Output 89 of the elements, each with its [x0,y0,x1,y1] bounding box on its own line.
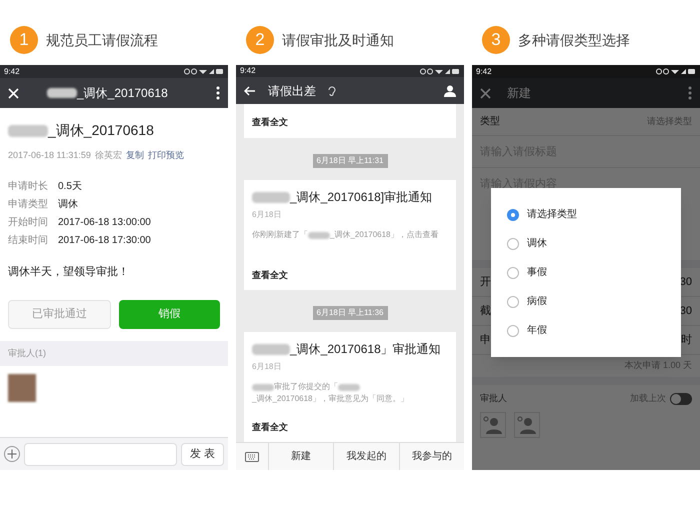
timestamp: 6月18日 早上11:36 [312,306,388,320]
status-icons [656,68,696,75]
card-text: 审批了你提交的「 [274,381,338,393]
heading: _调休_20170618 [48,121,154,140]
field-label: 审批人 [480,392,507,405]
field-label: 结束时间 [8,234,49,248]
card-text: _调休_20170618」，审批意见为「同意。」 [252,393,408,405]
card-title: _调休_20170618」审批通知 [290,341,441,358]
card-text: 你刚刚新建了「 [252,229,308,241]
redacted-block [252,344,290,354]
status-time: 9:42 [240,65,256,77]
screen-title: _调休_20170618 [77,85,168,102]
option-label: 年假 [527,324,547,338]
author-name: 徐英宏 [94,149,122,162]
leave-message: 调休半天，望领导审批！ [8,264,130,280]
field-label: 申请时长 [8,180,49,194]
step-number: 3 [482,26,510,54]
status-time: 9:42 [4,66,20,78]
person-icon[interactable] [444,84,456,96]
timestamp: 2017-06-18 11:31:59 [8,149,91,162]
comment-field[interactable] [24,442,177,466]
card-date: 6月18日 [252,209,282,221]
row-label: 截 [480,304,491,319]
row-value: 30 [680,304,692,319]
radio-option[interactable]: 调休 [491,229,681,258]
read-more-link[interactable]: 查看全文 [252,268,448,282]
row-value: 30 [680,274,692,290]
send-button[interactable]: 发 表 [180,442,224,466]
option-label: 请选择类型 [527,208,577,222]
read-more-link[interactable]: 查看全文 [252,420,448,434]
menu-tab[interactable]: 我发起的 [334,443,400,470]
radio-option[interactable]: 请选择类型 [491,200,681,229]
step-title: 请假审批及时通知 [282,30,394,50]
more-icon[interactable] [216,86,220,100]
section-label: 审批人(1) [8,346,46,360]
redacted-block [308,232,330,238]
back-icon[interactable] [244,86,256,96]
step-title: 规范员工请假流程 [46,30,158,50]
close-icon[interactable] [8,88,19,98]
option-label: 病假 [527,294,547,309]
ear-icon [328,86,336,96]
redacted-block [338,384,360,390]
plus-icon[interactable] [4,446,20,462]
screen-title: 请假出差 [268,82,316,100]
step-title: 多种请假类型选择 [518,30,630,50]
add-person-icon[interactable] [514,412,540,438]
field-label: 开始时间 [8,216,49,230]
radio-option[interactable]: 年假 [491,316,681,345]
step-number: 1 [10,26,38,54]
radio-button[interactable] [507,238,519,250]
field-value: 0.5天 [58,180,82,194]
status-icons [420,68,460,74]
row-label: 开 [480,274,491,290]
redacted-block [252,384,274,390]
keyboard-icon[interactable] [245,452,259,462]
radio-option[interactable]: 病假 [491,287,681,316]
radio-button[interactable] [507,296,519,308]
field-label: 申请类型 [8,198,49,212]
option-label: 调休 [527,237,547,251]
status-time: 9:42 [476,66,492,78]
card-title: _调休_20170618]审批通知 [290,189,432,206]
card-text: _调休_20170618」，点击查看 [330,229,438,241]
radio-option[interactable]: 事假 [491,258,681,287]
toggle-switch[interactable] [670,392,692,404]
row-label: 申 [480,332,491,348]
step-number: 2 [246,26,274,54]
menu-tab[interactable]: 我参与的 [400,443,464,470]
option-label: 事假 [527,266,547,280]
timestamp: 6月18日 早上11:31 [312,154,388,168]
redacted-block [47,88,77,98]
avatar-placeholder [8,374,36,402]
radio-button[interactable] [507,266,519,278]
field-label: 类型 [480,114,500,129]
read-more-link[interactable]: 查看全文 [252,117,288,127]
row-value: 时 [681,332,692,348]
redacted-block [252,192,290,202]
action-link[interactable]: 复制 [126,149,144,162]
redacted-block [8,124,48,136]
action-link[interactable]: 打印预览 [148,149,184,162]
field-value: 2017-06-18 17:30:00 [58,234,151,248]
radio-button[interactable] [507,324,519,336]
radio-button[interactable] [507,208,519,220]
add-person-icon[interactable] [480,412,506,438]
field-value: 调休 [58,198,78,212]
screen-title: 新建 [507,85,532,102]
card-date: 6月18日 [252,361,282,373]
menu-tab[interactable]: 新建 [269,443,334,470]
status-icons [184,68,224,75]
field-value: 2017-06-18 13:00:00 [58,216,151,230]
